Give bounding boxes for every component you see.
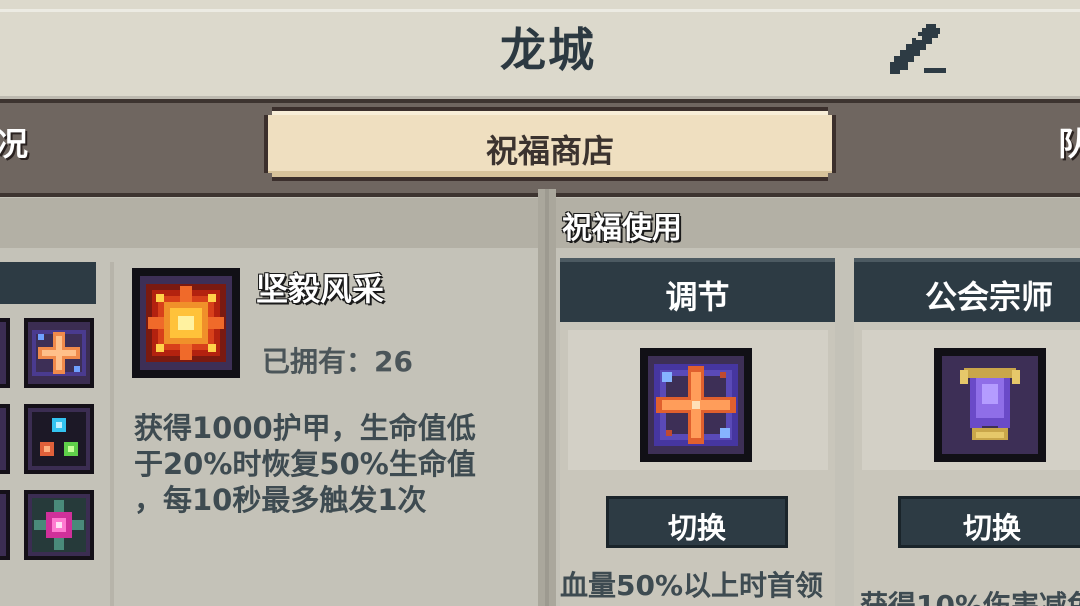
description-line: 于20%时恢复50%生命值 — [134, 447, 476, 481]
tab-left-partial[interactable]: 况 — [0, 119, 28, 165]
card-icon-frame — [934, 348, 1046, 462]
switch-button[interactable]: 切换 — [606, 496, 788, 548]
blessing-thumb-burst[interactable] — [24, 490, 94, 560]
switch-button-label: 切换 — [962, 511, 1021, 545]
blessing-name: 坚毅风采 — [256, 270, 385, 308]
tab-corner — [828, 107, 836, 115]
blessing-thumb-partial[interactable] — [0, 318, 10, 388]
card-title: 公会宗师 — [924, 278, 1053, 316]
banner-icon — [942, 356, 1038, 454]
blessing-thumb-partial[interactable] — [0, 404, 10, 474]
card-description: 血量50%以上时首领 — [560, 569, 824, 602]
switch-button-label: 切换 — [667, 511, 726, 545]
pink-burst-icon — [32, 498, 86, 552]
blessing-use-card-guild-master[interactable]: 公会宗师 切换 获得10%伤害减免 — [854, 258, 1080, 606]
blessing-thumb-partial[interactable] — [0, 490, 10, 560]
blessing-thumb-cross[interactable] — [24, 318, 94, 388]
tab-right-partial[interactable]: 队 — [1058, 119, 1080, 165]
tab-blessing-shop[interactable]: 祝福商店 — [264, 107, 836, 181]
icon-column-header — [0, 262, 96, 304]
left-panel-header — [0, 198, 538, 248]
description-line: 获得1000护甲，生命值低 — [134, 411, 476, 445]
tab-corner — [828, 173, 836, 181]
blessing-description: 获得1000护甲，生命值低 于20%时恢复50%生命值 ，每10秒最多触发1次 — [134, 410, 534, 518]
edit-pencil-icon[interactable] — [886, 22, 950, 78]
orange-cross-icon — [32, 330, 86, 376]
tab-blessing-shop-label: 祝福商店 — [485, 132, 614, 170]
card-title: 调节 — [665, 278, 730, 316]
header-highlight — [0, 9, 1080, 12]
card-description: 获得10%伤害减免 — [860, 589, 1080, 606]
card-header: 公会宗师 — [854, 258, 1080, 322]
tab-corner — [264, 107, 272, 115]
column-divider — [110, 262, 114, 606]
tab-corner — [264, 173, 272, 181]
panel-gutter-line — [545, 189, 549, 606]
blessing-use-title: 祝福使用 — [562, 211, 682, 246]
orange-cross-icon — [648, 356, 744, 454]
owned-count-row: 已拥有：26 — [262, 340, 413, 380]
card-header: 调节 — [560, 258, 835, 322]
description-line: ，每10秒最多触发1次 — [134, 483, 427, 517]
switch-button[interactable]: 切换 — [898, 496, 1080, 548]
owned-count: 26 — [374, 345, 413, 378]
blessing-thumb-gems[interactable] — [24, 404, 94, 474]
card-icon-frame — [640, 348, 752, 462]
blessing-use-card-adjust[interactable]: 调节 切换 血量50%以上时首领 — [560, 258, 835, 606]
gems-icon — [32, 412, 86, 466]
fire-burst-icon — [140, 276, 232, 370]
owned-label: 已拥有： — [262, 345, 375, 378]
